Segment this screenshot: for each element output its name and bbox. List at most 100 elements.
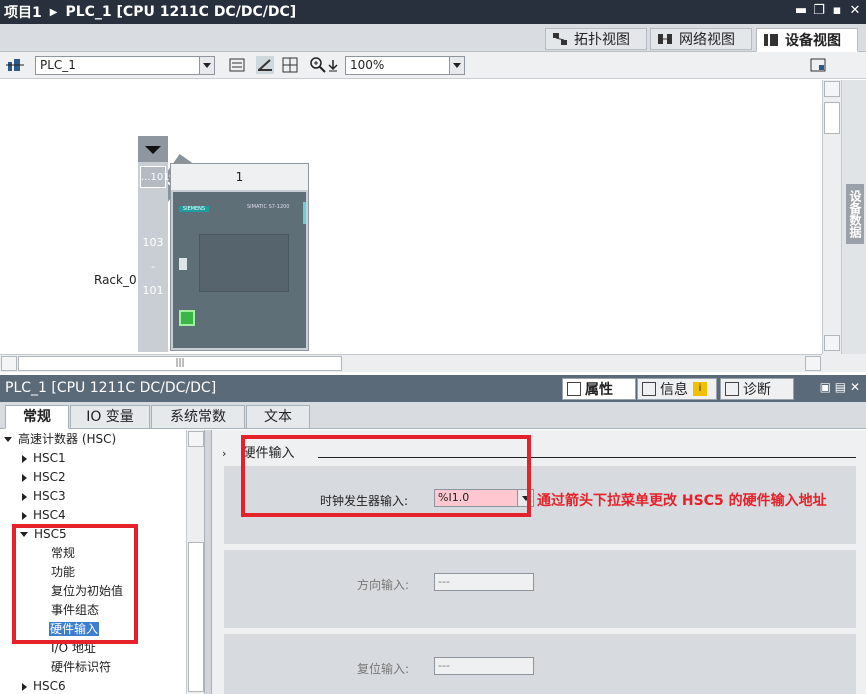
tab-diagnostics-label: 诊断 <box>743 382 771 398</box>
scroll-down-icon[interactable] <box>824 335 840 351</box>
overview-icon[interactable] <box>228 56 246 74</box>
reset-input-label: 复位输入: <box>357 662 410 676</box>
cpu-module[interactable]: SIEMENS SIMATIC S7-1200 <box>173 192 306 348</box>
tab-device-label: 设备视图 <box>785 33 841 49</box>
inspector-title: PLC_1 [CPU 1211C DC/DC/DC] <box>5 380 217 396</box>
section-arrow-icon[interactable]: › <box>222 447 226 460</box>
info-icon <box>642 382 656 396</box>
chevron-down-icon[interactable] <box>199 57 214 74</box>
tree-item-hsc3[interactable]: HSC3 <box>22 487 66 506</box>
rack-label: Rack_0 <box>94 273 137 287</box>
float-icon[interactable]: ▪ <box>830 3 844 19</box>
tab-topology-view[interactable]: 拓扑视图 <box>545 28 647 50</box>
reset-input-value: --- <box>438 659 450 672</box>
tab-topology-label: 拓扑视图 <box>574 32 630 48</box>
tree-scrollbar[interactable] <box>186 430 204 694</box>
breadcrumb-separator-icon: ▶ <box>49 6 58 18</box>
scroll-up-icon[interactable] <box>824 81 840 97</box>
annotation-box-input <box>241 435 531 517</box>
subtab-general[interactable]: 常规 <box>5 405 69 429</box>
restore-icon[interactable]: ❐ <box>812 3 826 19</box>
scroll-up-icon[interactable] <box>188 431 204 447</box>
overview-navigation-button[interactable] <box>822 354 866 372</box>
status-stripe <box>303 202 306 224</box>
device-canvas[interactable]: PLC_1 Rack_0 ...101 103 - 101 1 SIEMENS … <box>0 80 822 354</box>
collapsed-icon[interactable] <box>22 492 27 501</box>
download-arrow-icon[interactable] <box>326 56 340 74</box>
network-icon <box>658 34 672 44</box>
rack-expand-icon[interactable] <box>138 136 168 162</box>
tree-item-label: HSC4 <box>33 508 66 522</box>
tab-properties[interactable]: 属性 <box>562 378 636 400</box>
tree-item-label: HSC2 <box>33 470 66 484</box>
tree-item-hsc6[interactable]: HSC6 <box>22 677 66 694</box>
tab-network-view[interactable]: 网络视图 <box>650 28 752 50</box>
slot-number: 101 <box>142 284 164 297</box>
project-name: 项目1 <box>4 5 42 21</box>
device-icon <box>764 34 778 46</box>
draw-tool-icon[interactable] <box>256 56 274 74</box>
direction-input-field: --- <box>434 573 534 591</box>
rack-expansion-bar[interactable]: ...101 103 - 101 <box>138 136 170 352</box>
direction-input-group: 方向输入: --- <box>224 550 856 628</box>
zoom-select[interactable]: 100% <box>345 56 465 75</box>
device-select[interactable]: PLC_1 <box>35 56 215 75</box>
canvas-vertical-scrollbar[interactable] <box>822 80 841 354</box>
close-icon[interactable]: ✕ <box>848 3 862 19</box>
device-selector-icon[interactable] <box>6 56 24 74</box>
tree-item-label: HSC6 <box>33 679 66 693</box>
window-controls: ▬ ❐ ▪ ✕ <box>794 3 862 19</box>
scroll-thumb[interactable] <box>824 102 840 134</box>
inspector-window-controls-icon[interactable]: ▣ ▤ ✕ <box>820 380 860 394</box>
cpu-slot[interactable]: 1 SIEMENS SIMATIC S7-1200 <box>170 163 309 351</box>
subtab-system-constants[interactable]: 系统常数 <box>151 405 245 429</box>
tree-item-hw-identifier[interactable]: 硬件标识符 <box>51 658 111 677</box>
scroll-right-icon[interactable] <box>805 356 821 371</box>
subtab-text[interactable]: 文本 <box>246 405 310 429</box>
tree-item-hsc4[interactable]: HSC4 <box>22 506 66 525</box>
subtab-io-tags[interactable]: IO 变量 <box>70 405 150 429</box>
task-card-sidebar: 设备数据 <box>841 80 866 354</box>
view-tabs: 拓扑视图 网络视图 设备视图 <box>0 24 866 52</box>
tree-item-label: 高速计数器 (HSC) <box>18 432 117 446</box>
tab-info-label: 信息 <box>660 382 688 398</box>
topology-icon <box>553 33 567 45</box>
device-name: PLC_1 [CPU 1211C DC/DC/DC] <box>65 4 297 20</box>
tree-item-hsc-root[interactable]: 高速计数器 (HSC) <box>4 430 116 449</box>
tree-item-hsc2[interactable]: HSC2 <box>22 468 66 487</box>
cpu-model-text: SIMATIC S7-1200 <box>247 204 290 210</box>
scroll-thumb[interactable] <box>188 542 204 692</box>
rack-slot-101[interactable]: ...101 <box>140 166 170 188</box>
inspector-title-bar: PLC_1 [CPU 1211C DC/DC/DC] 属性 信息 i 诊断 ▣ … <box>0 375 866 402</box>
grid-icon[interactable] <box>281 56 299 74</box>
canvas-horizontal-scrollbar[interactable]: ||| <box>0 354 822 372</box>
expanded-icon[interactable] <box>4 437 12 442</box>
zoom-in-icon[interactable] <box>309 56 327 74</box>
cpu-front-panel <box>199 234 289 292</box>
direction-input-value: --- <box>438 575 450 588</box>
collapsed-icon[interactable] <box>22 511 27 520</box>
collapsed-icon[interactable] <box>22 682 27 691</box>
slot-header: 1 <box>171 164 308 190</box>
collapsed-icon[interactable] <box>22 454 27 463</box>
chevron-down-icon[interactable] <box>449 57 464 74</box>
collapsed-icon[interactable] <box>22 473 27 482</box>
tab-diagnostics[interactable]: 诊断 <box>720 378 794 400</box>
inspector-subtabs: 常规 IO 变量 系统常数 文本 <box>0 402 866 429</box>
annotation-text: 通过箭头下拉菜单更改 HSC5 的硬件输入地址 <box>537 493 827 509</box>
pane-splitter[interactable] <box>204 430 212 694</box>
ethernet-port-icon[interactable] <box>179 310 195 326</box>
tab-properties-label: 属性 <box>585 382 613 398</box>
scroll-thumb[interactable]: ||| <box>18 356 342 371</box>
device-data-tab[interactable]: 设备数据 <box>846 184 864 244</box>
panel-options-icon[interactable] <box>809 56 827 74</box>
direction-input-label: 方向输入: <box>357 578 410 592</box>
scroll-left-icon[interactable] <box>1 356 17 371</box>
zoom-value: 100% <box>350 58 385 72</box>
tab-info[interactable]: 信息 i <box>637 378 717 400</box>
tree-item-hsc1[interactable]: HSC1 <box>22 449 66 468</box>
diagnostics-icon <box>725 382 739 396</box>
reset-input-group: 复位输入: --- <box>224 634 856 694</box>
minimize-icon[interactable]: ▬ <box>794 3 808 19</box>
tab-device-view[interactable]: 设备视图 <box>756 28 858 52</box>
